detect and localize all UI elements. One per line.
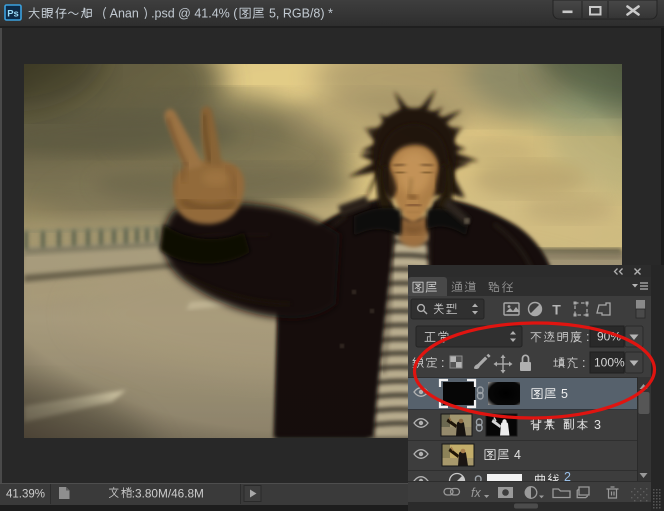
svg-text::: : <box>582 356 585 370</box>
svg-text::3.80M/46.8M: :3.80M/46.8M <box>132 487 204 501</box>
svg-text:Ps: Ps <box>7 9 19 20</box>
svg-text:3: 3 <box>594 418 601 432</box>
svg-text:4: 4 <box>514 448 521 462</box>
svg-text:5, RGB/8) *: 5, RGB/8) * <box>269 7 333 21</box>
svg-text::: : <box>586 330 589 344</box>
svg-text::: : <box>441 356 444 370</box>
svg-text:100%: 100% <box>594 356 625 370</box>
svg-text:.psd @ 41.4% (: .psd @ 41.4% ( <box>151 7 238 21</box>
svg-text:fx: fx <box>471 486 481 500</box>
svg-text:Anan: Anan <box>110 7 139 21</box>
svg-text:T: T <box>552 302 561 318</box>
svg-text:5: 5 <box>561 387 568 401</box>
svg-text:41.39%: 41.39% <box>6 489 45 501</box>
